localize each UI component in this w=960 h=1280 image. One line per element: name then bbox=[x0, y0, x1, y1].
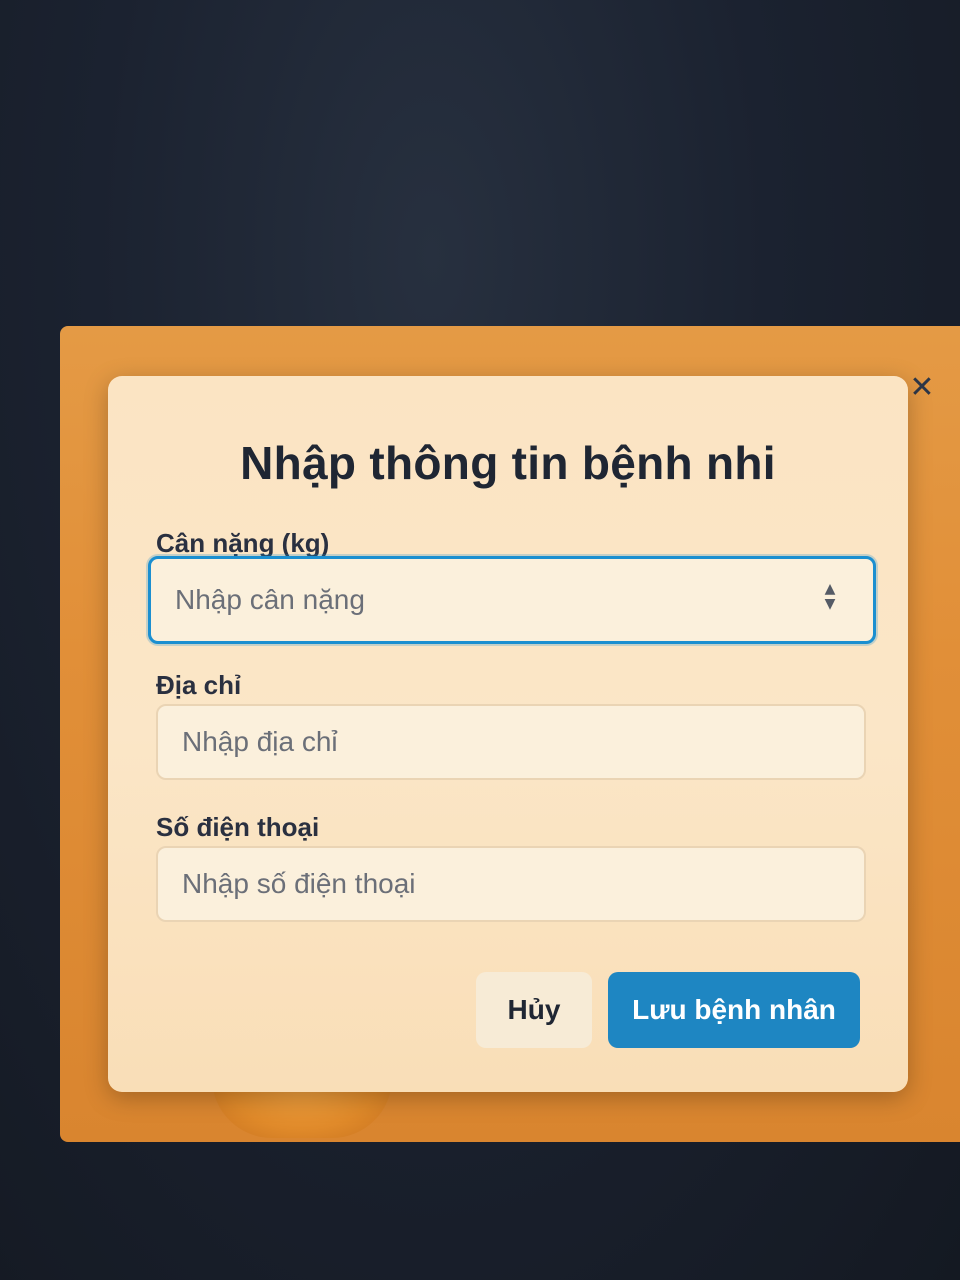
save-patient-button[interactable]: Lưu bệnh nhân bbox=[608, 972, 860, 1048]
patient-info-dialog: Nhập thông tin bệnh nhi Cân nặng (kg) ▲▼… bbox=[108, 376, 908, 1092]
phone-input[interactable] bbox=[156, 846, 866, 922]
address-input[interactable] bbox=[156, 704, 866, 780]
weight-label: Cân nặng (kg) bbox=[156, 528, 330, 558]
close-icon[interactable]: ✕ bbox=[906, 372, 938, 404]
weight-input[interactable] bbox=[148, 556, 876, 644]
number-spinner-icon[interactable]: ▲ ▼ bbox=[820, 582, 840, 616]
phone-label: Số điện thoại bbox=[156, 812, 320, 842]
cancel-button[interactable]: Hủy bbox=[476, 972, 592, 1048]
address-label: Địa chỉ bbox=[156, 670, 242, 700]
dialog-title: Nhập thông tin bệnh nhi bbox=[240, 437, 776, 489]
